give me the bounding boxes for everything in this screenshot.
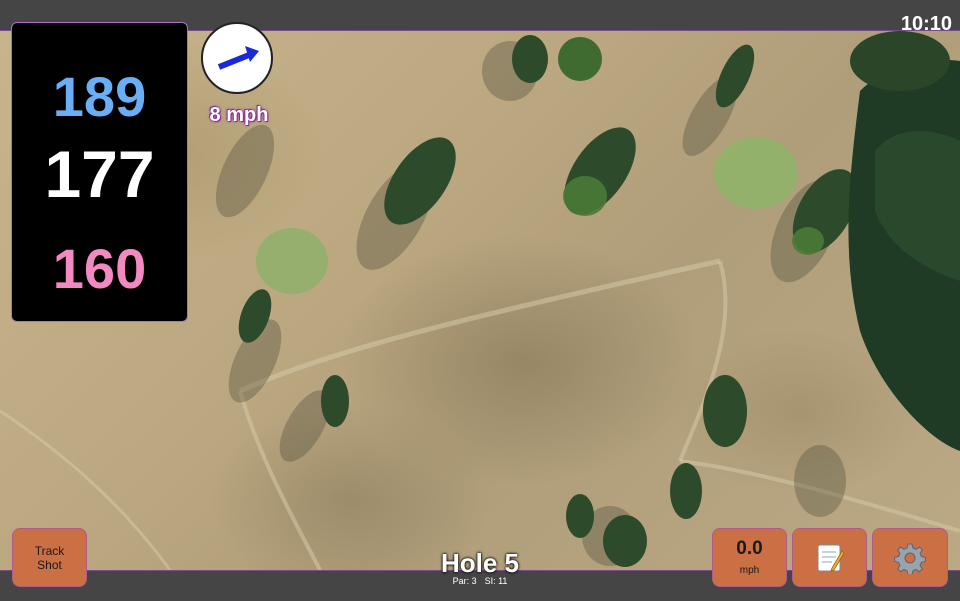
green-right xyxy=(714,137,798,209)
memo-icon xyxy=(817,544,845,572)
wind-indicator xyxy=(201,22,273,94)
settings-button[interactable] xyxy=(872,528,948,587)
middle-distance: 177 xyxy=(44,137,155,211)
front-distance: 160 xyxy=(52,237,147,300)
track-shot-label: Track Shot xyxy=(34,543,65,572)
stroke-index-label: SI: 11 xyxy=(484,576,508,586)
back-distance: 189 xyxy=(52,65,147,128)
distance-panel: 189 177 160 xyxy=(11,22,188,322)
wind-button-unit: mph xyxy=(739,565,760,576)
track-shot-button[interactable]: Track Shot xyxy=(12,528,87,587)
wind-arrow-icon xyxy=(217,46,259,70)
wind-speed-button[interactable]: 0.0 mph xyxy=(712,528,787,587)
par-label: Par: 3 xyxy=(452,576,477,586)
gear-icon xyxy=(894,543,926,574)
wind-button-value: 0.0 xyxy=(736,538,763,559)
green-left xyxy=(256,228,328,294)
hole-info: Par: 3 SI: 11 xyxy=(380,577,580,586)
notes-button[interactable] xyxy=(792,528,867,587)
wind-speed: 8 mph xyxy=(209,104,269,126)
hole-title: Hole 5 xyxy=(440,548,520,578)
